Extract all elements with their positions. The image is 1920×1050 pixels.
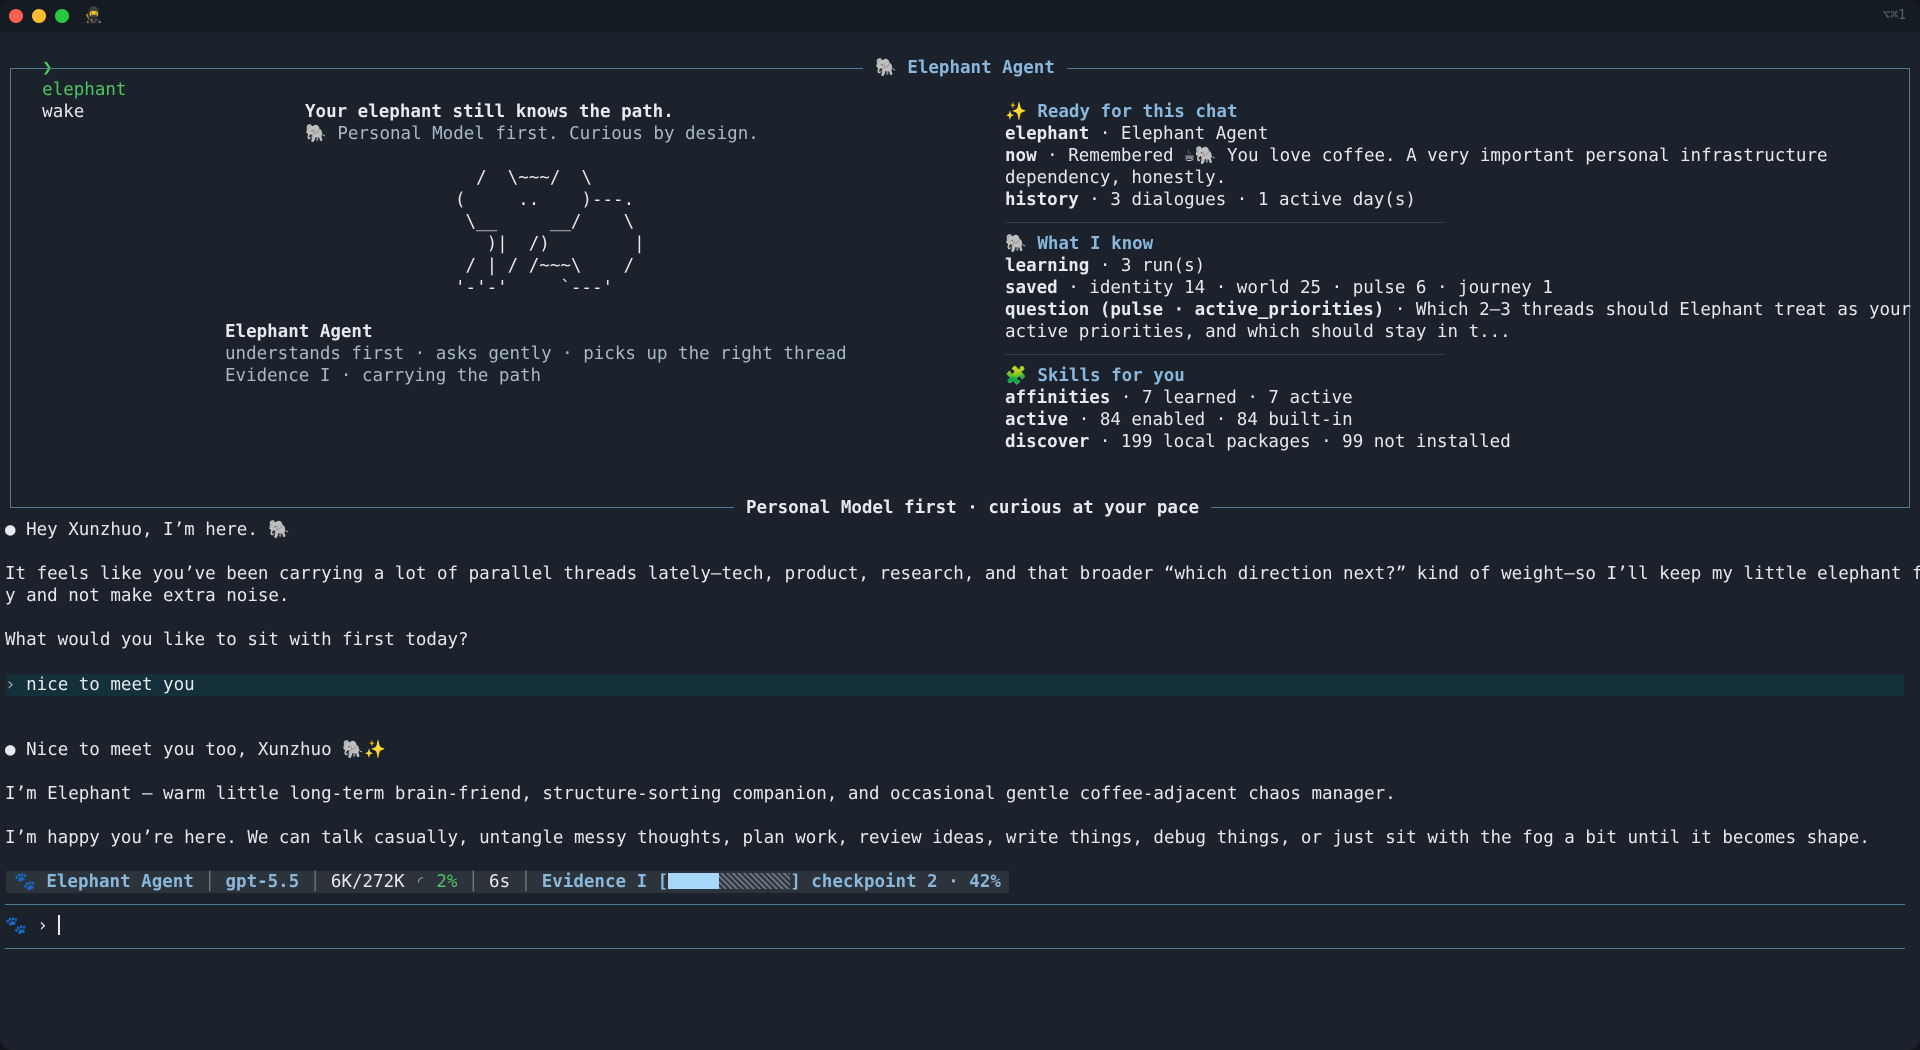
context-gauge-icon: ◜ [415,872,426,892]
status-elapsed: 6s [489,872,511,892]
ninja-tab-icon[interactable]: 🥷 [84,6,103,24]
status-tokens: 6K/272K [330,872,405,892]
close-window-button[interactable] [9,9,23,23]
section-divider [1005,222,1445,223]
row-value: · identity 14 · world 25 · pulse 6 · jou… [1057,278,1553,298]
ascii-line: / | / /~~~\ / [455,256,635,276]
row-value: · Which 2–3 threads should Elephant trea… [1384,300,1912,320]
know-question-row: question (pulse · active_priorities) · W… [1005,299,1911,321]
user-prompt-icon: › [5,675,16,695]
row-key: discover [1005,432,1090,452]
section-divider [1005,354,1445,355]
skills-active-row: active · 84 enabled · 84 built-in [1005,409,1353,431]
message-bullet-icon: ● [5,740,16,760]
progress-bar-fill [668,873,720,889]
assistant-greeting: ● Hey Xunzhuo, I’m here. 🐘 [5,519,290,541]
status-separator: │ [467,872,479,892]
message-text: Hey Xunzhuo, I’m here. 🐘 [15,520,291,540]
status-context-percent: 2% [436,872,458,892]
row-value: · Remembered ☕🐘 You love coffee. A very … [1036,146,1828,166]
input-prompt-icon: › [37,916,48,936]
know-question-continuation: active priorities, and which should stay… [1005,322,1511,342]
know-heading: 🐘 What I know [1005,234,1154,254]
message-text: Nice to meet you too, Xunzhuo 🐘✨ [15,740,386,760]
terminal-window: 🥷 ⌥⌘1 ❯ elephant wake 🐘 Elephant Agent P… [0,0,1920,1050]
row-key: active [1005,410,1069,430]
panel-tagline: 🐘 Personal Model first. Curious by desig… [305,124,759,144]
ascii-line: )| /) | [455,234,645,254]
ready-now-continuation: dependency, honestly. [1005,168,1227,188]
status-bar: 🐾 Elephant Agent │ gpt-5.5 │ 6K/272K ◜ 2… [6,871,1009,893]
row-value: · 84 enabled · 84 built-in [1068,410,1353,430]
row-value: · 199 local packages · 99 not installed [1089,432,1511,452]
assistant-paragraph-continuation: y and not make extra noise. [5,586,290,606]
input-line[interactable]: 🐾 › [5,915,61,937]
status-separator: │ [309,872,321,892]
welcome-panel: 🐘 Elephant Agent Personal Model first · … [10,57,1910,519]
ready-elephant-row: elephant · Elephant Agent [1005,123,1268,145]
status-separator: │ [520,872,532,892]
user-message: › nice to meet you [5,674,195,696]
row-value: · 3 run(s) [1089,256,1206,276]
ready-now-row: now · Remembered ☕🐘 You love coffee. A v… [1005,145,1828,167]
panel-title: 🐘 Elephant Agent [863,57,1067,79]
ascii-line: / \~~~/ \ [455,168,592,188]
message-bullet-icon: ● [5,520,16,540]
agent-evidence: Evidence I · carrying the path [225,366,542,386]
assistant-reply-paragraph: I’m happy you’re here. We can talk casua… [5,828,1870,848]
paw-icon: 🐾 [5,916,27,936]
row-key: learning [1005,256,1090,276]
paw-icon: 🐾 [14,872,36,892]
assistant-paragraph: It feels like you’ve been carrying a lot… [5,564,1920,584]
row-value: · 3 dialogues · 1 active day(s) [1078,190,1416,210]
skills-discover-row: discover · 199 local packages · 99 not i… [1005,431,1511,453]
input-top-border [5,904,1905,905]
skills-heading: 🧩 Skills for you [1005,366,1185,386]
row-key: elephant [1005,124,1090,144]
row-value: · Elephant Agent [1089,124,1269,144]
know-saved-row: saved · identity 14 · world 25 · pulse 6… [1005,277,1553,299]
status-evidence-label: Evidence I [ [541,872,669,892]
minimize-window-button[interactable] [32,9,46,23]
status-separator: │ [204,872,215,892]
ascii-line: '-'-' `---' [455,278,614,298]
row-key: question (pulse · active_priorities) [1005,300,1385,320]
agent-traits: understands first · asks gently · picks … [225,344,847,364]
ascii-line: ( .. )---. [455,190,635,210]
status-checkpoint: ] checkpoint 2 · 42% [790,872,1001,892]
ready-heading: ✨ Ready for this chat [1005,102,1238,122]
input-bottom-border [5,948,1905,949]
row-key: now [1005,146,1037,166]
status-model[interactable]: gpt-5.5 [226,872,300,892]
row-value: · 7 learned · 7 active [1110,388,1353,408]
title-bar: 🥷 ⌥⌘1 [0,0,1920,32]
know-learning-row: learning · 3 run(s) [1005,255,1205,277]
assistant-reply-paragraph: I’m Elephant — warm little long-term bra… [5,784,1396,804]
text-cursor [58,915,61,935]
window-shortcut-label: ⌥⌘1 [1882,8,1906,23]
ready-history-row: history · 3 dialogues · 1 active day(s) [1005,189,1416,211]
row-key: saved [1005,278,1058,298]
zoom-window-button[interactable] [55,9,69,23]
ascii-line: \__ __/ \ [455,212,635,232]
row-key: affinities [1005,388,1111,408]
progress-bar-empty [719,873,791,889]
assistant-question: What would you like to sit with first to… [5,630,469,650]
user-message-text: nice to meet you [26,675,195,695]
status-agent: Elephant Agent [46,872,194,892]
assistant-reply-greeting: ● Nice to meet you too, Xunzhuo 🐘✨ [5,739,386,761]
skills-affinities-row: affinities · 7 learned · 7 active [1005,387,1353,409]
panel-footer: Personal Model first · curious at your p… [734,497,1212,519]
agent-name: Elephant Agent [225,322,373,342]
panel-headline: Your elephant still knows the path. [305,102,674,122]
user-message-row [6,674,1904,696]
row-key: history [1005,190,1079,210]
